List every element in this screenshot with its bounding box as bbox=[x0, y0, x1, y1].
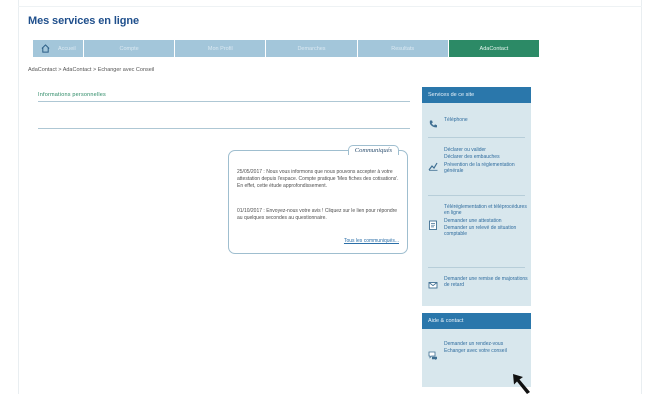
sidebar-link[interactable]: Echanger avec votre conseil bbox=[444, 348, 507, 354]
sidebar-link[interactable]: Demander une remise de majorations de re… bbox=[444, 276, 528, 289]
section-divider bbox=[38, 101, 410, 102]
section-title: Informations personnelles bbox=[38, 92, 106, 98]
sidebar-item-phone: Téléphone bbox=[428, 117, 528, 129]
sidebar-divider bbox=[428, 267, 525, 268]
sidebar-item-attestation: Téléréglementation et téléprocédures en … bbox=[428, 204, 528, 237]
tab-label: Mon Profil bbox=[207, 45, 233, 52]
tab-profile[interactable]: Mon Profil bbox=[175, 40, 266, 57]
chat-icon bbox=[428, 351, 437, 360]
mail-icon bbox=[428, 282, 438, 289]
tab-label: Resultats bbox=[391, 45, 415, 52]
communication-item: 25/05/2017 : Nous vous informons que nou… bbox=[237, 169, 399, 189]
tab-results[interactable]: Resultats bbox=[357, 40, 448, 57]
tab-label: Compte bbox=[119, 45, 139, 52]
sidebar-item-declare: Déclarer ou valider Déclarer des embauch… bbox=[428, 147, 528, 174]
tab-label: AdaContact bbox=[479, 45, 509, 52]
tab-label: Demarches bbox=[297, 45, 326, 52]
site-title: Mes services en ligne bbox=[28, 15, 140, 27]
sidebar-link[interactable]: Demander un relevé de situation comptabl… bbox=[444, 225, 528, 238]
tab-home[interactable]: Accueil bbox=[33, 40, 83, 57]
sidebar-link[interactable]: Téléréglementation et téléprocédures en … bbox=[444, 204, 528, 217]
header-divider bbox=[18, 6, 642, 7]
tab-label: Accueil bbox=[58, 45, 76, 52]
communications-title: Communiqués bbox=[347, 145, 399, 155]
sidebar-link[interactable]: Déclarer des embauches bbox=[444, 154, 528, 160]
sidebar-divider bbox=[428, 137, 525, 138]
phone-icon bbox=[429, 120, 437, 128]
sidebar-link[interactable]: Téléphone bbox=[444, 117, 468, 123]
sidebar-link[interactable]: Prévention de la réglementation générale bbox=[444, 162, 528, 175]
communications-box: Communiqués 25/05/2017 : Nous vous infor… bbox=[228, 145, 408, 254]
services-panel: Services de ce site Téléphone Déclarer o… bbox=[422, 87, 531, 306]
tab-contact[interactable]: AdaContact bbox=[448, 40, 540, 57]
pointer-arrow-icon bbox=[513, 374, 530, 394]
sidebar-item-contact: Demander un rendez-vous Echanger avec vo… bbox=[428, 341, 528, 360]
help-contact-title: Aide & contact bbox=[422, 313, 531, 329]
sidebar-divider bbox=[428, 195, 525, 196]
section-divider bbox=[38, 128, 410, 129]
tab-procedures[interactable]: Demarches bbox=[266, 40, 357, 57]
services-panel-title: Services de ce site bbox=[422, 87, 531, 103]
sidebar-link[interactable]: Demander une attestation bbox=[444, 218, 528, 224]
main-nav-tabs: Accueil Compte Mon Profil Demarches Resu… bbox=[33, 40, 540, 57]
breadcrumb: AdaContact > AdaContact > Echanger avec … bbox=[28, 67, 155, 73]
sidebar-item-remise: Demander une remise de majorations de re… bbox=[428, 276, 528, 290]
sidebar-link[interactable]: Demander un rendez-vous bbox=[444, 341, 507, 347]
communication-item: 01/10/2017 : Envoyez-nous votre avis ! C… bbox=[237, 208, 398, 221]
sidebar-link[interactable]: Déclarer ou valider bbox=[444, 147, 528, 153]
tab-account[interactable]: Compte bbox=[84, 40, 175, 57]
document-icon bbox=[429, 220, 437, 230]
home-icon bbox=[41, 44, 50, 53]
chart-icon bbox=[428, 162, 438, 171]
all-communications-link[interactable]: Tous les communiqués... bbox=[344, 238, 399, 244]
